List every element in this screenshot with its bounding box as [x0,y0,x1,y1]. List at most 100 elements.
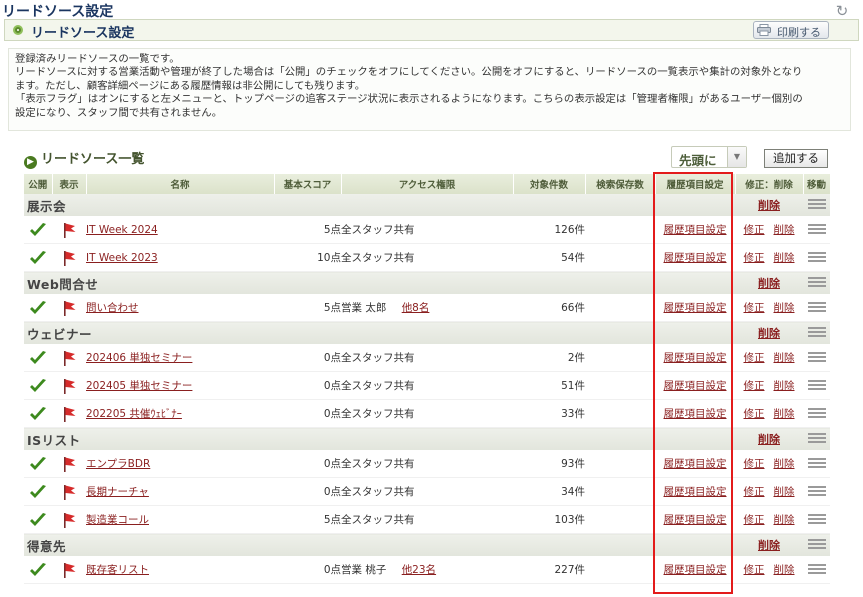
category-delete-link[interactable]: 削除 [758,277,780,290]
drag-handle-icon[interactable] [807,251,826,264]
lead-source-name-link[interactable]: 202406 単独セミナー [86,352,192,364]
delete-link[interactable]: 削除 [774,302,795,314]
add-button[interactable]: 追加する [764,149,828,168]
category-delete-link[interactable]: 削除 [758,199,780,212]
access-more-link[interactable]: 他23名 [402,564,436,576]
history-settings-link[interactable]: 履歴項目設定 [664,302,727,314]
check-icon[interactable] [28,512,48,528]
delete-link[interactable]: 削除 [774,564,795,576]
check-icon[interactable] [28,378,48,394]
delete-link[interactable]: 削除 [774,514,795,526]
lead-source-name-link[interactable]: 長期ナーチャ [86,486,149,498]
delete-link[interactable]: 削除 [774,486,795,498]
category-delete-link[interactable]: 削除 [758,433,780,446]
edit-link[interactable]: 修正 [744,352,765,364]
delete-link[interactable]: 削除 [774,252,795,264]
drag-handle-icon[interactable] [807,513,826,526]
history-settings-link[interactable]: 履歴項目設定 [664,408,727,420]
access-more-link[interactable]: 他8名 [402,302,430,314]
drag-handle-icon[interactable] [807,539,826,551]
score-cell: 0点 [274,371,341,400]
category-delete-link[interactable]: 削除 [758,327,780,340]
edit-link[interactable]: 修正 [744,252,765,264]
edit-link[interactable]: 修正 [744,380,765,392]
edit-link[interactable]: 修正 [744,458,765,470]
history-settings-link[interactable]: 履歴項目設定 [664,514,727,526]
arrow-right-icon: ▶ [24,156,37,169]
history-settings-link[interactable]: 履歴項目設定 [664,564,727,576]
refresh-icon[interactable]: ↻ [833,2,851,20]
flag-icon[interactable] [60,299,78,317]
flag-icon[interactable] [60,349,78,367]
lead-source-name-link[interactable]: 問い合わせ [86,302,139,314]
check-icon[interactable] [28,484,48,500]
print-button[interactable]: 印刷する [753,21,829,39]
saved-search-cell [585,243,655,272]
history-settings-link[interactable]: 履歴項目設定 [664,486,727,498]
edit-link[interactable]: 修正 [744,408,765,420]
lead-source-name-link[interactable]: 既存客リスト [86,564,149,576]
history-settings-link[interactable]: 履歴項目設定 [664,380,727,392]
drag-handle-icon[interactable] [807,457,826,470]
lead-source-name-link[interactable]: 202405 単独セミナー [86,380,192,392]
category-name: ISリスト [24,427,735,450]
drag-handle-icon[interactable] [807,277,826,289]
drag-handle-icon[interactable] [807,351,826,364]
saved-search-cell [585,477,655,506]
printer-icon [757,24,771,36]
access-cell: 営業 太郎 [341,302,387,314]
page-title: リードソース設定 [2,4,114,20]
check-icon[interactable] [28,250,48,266]
flag-icon[interactable] [60,221,78,239]
edit-link[interactable]: 修正 [744,224,765,236]
history-settings-link[interactable]: 履歴項目設定 [664,224,727,236]
check-icon[interactable] [28,456,48,472]
drag-handle-icon[interactable] [807,327,826,339]
score-cell: 5点 [274,505,341,534]
drag-handle-icon[interactable] [807,379,826,392]
lead-source-name-link[interactable]: 202205 共催ｳｪﾋﾞﾅｰ [86,408,182,420]
lead-source-name-link[interactable]: 製造業コール [86,514,149,526]
check-icon[interactable] [28,350,48,366]
edit-link[interactable]: 修正 [744,564,765,576]
check-icon[interactable] [28,222,48,238]
check-icon[interactable] [28,406,48,422]
drag-handle-icon[interactable] [807,563,826,576]
drag-handle-icon[interactable] [807,301,826,314]
edit-link[interactable]: 修正 [744,514,765,526]
check-icon[interactable] [28,562,48,578]
flag-icon[interactable] [60,405,78,423]
lead-source-name-link[interactable]: IT Week 2023 [86,252,158,264]
history-settings-link[interactable]: 履歴項目設定 [664,252,727,264]
count-cell: 93件 [513,450,585,478]
history-settings-link[interactable]: 履歴項目設定 [664,458,727,470]
lead-source-name-link[interactable]: エンプラBDR [86,458,150,470]
flag-icon[interactable] [60,483,78,501]
drag-handle-icon[interactable] [807,199,826,211]
delete-link[interactable]: 削除 [774,380,795,392]
lead-source-name-link[interactable]: IT Week 2024 [86,224,158,236]
edit-link[interactable]: 修正 [744,302,765,314]
delete-link[interactable]: 削除 [774,408,795,420]
drag-handle-icon[interactable] [807,433,826,445]
delete-link[interactable]: 削除 [774,224,795,236]
drag-handle-icon[interactable] [807,223,826,236]
flag-icon[interactable] [60,561,78,579]
flag-icon[interactable] [60,455,78,473]
category-delete-link[interactable]: 削除 [758,539,780,552]
sort-position-select[interactable]: 先頭に ▼ [671,146,747,168]
delete-link[interactable]: 削除 [774,352,795,364]
header-public: 公開 [24,174,53,194]
table-row: 長期ナーチャ 0点 全スタッフ共有 34件 履歴項目設定 修正 削除 [24,477,830,506]
chevron-down-icon[interactable]: ▼ [727,147,746,167]
history-settings-link[interactable]: 履歴項目設定 [664,352,727,364]
drag-handle-icon[interactable] [807,485,826,498]
flag-icon[interactable] [60,511,78,529]
edit-link[interactable]: 修正 [744,486,765,498]
flag-icon[interactable] [60,249,78,267]
drag-handle-icon[interactable] [807,407,826,420]
delete-link[interactable]: 削除 [774,458,795,470]
flag-icon[interactable] [60,377,78,395]
score-cell: 10点 [274,243,341,272]
check-icon[interactable] [28,300,48,316]
